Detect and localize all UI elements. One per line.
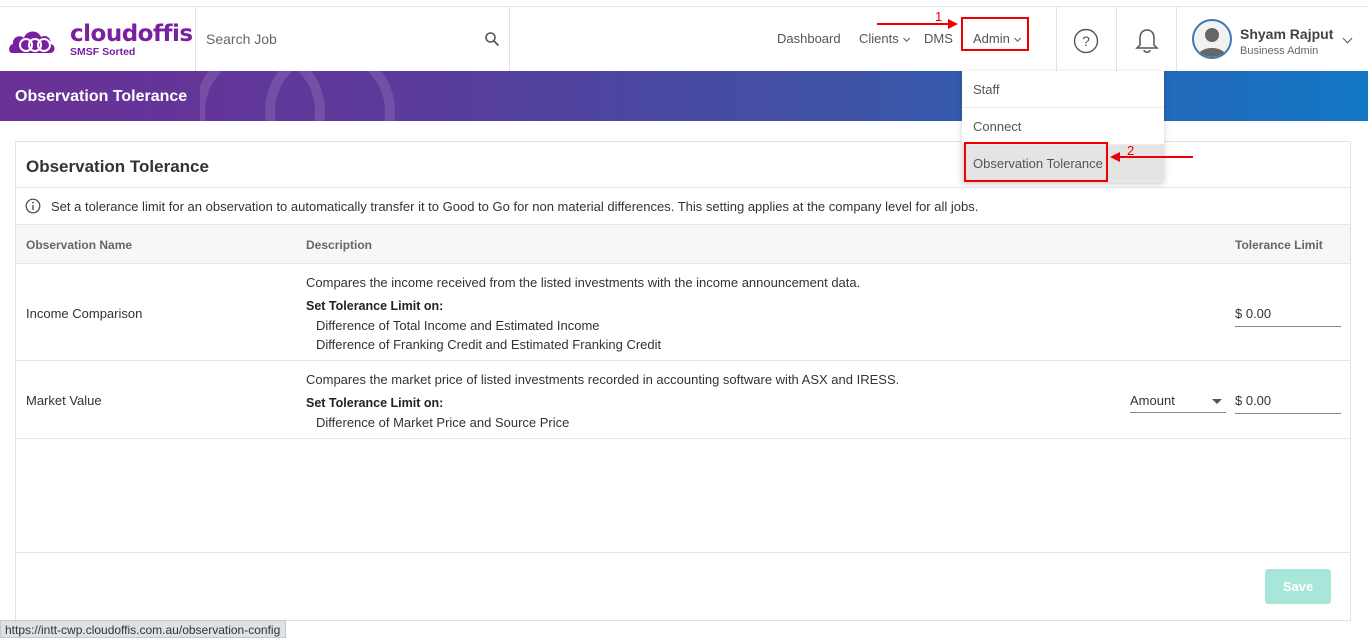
info-icon — [25, 198, 41, 214]
divider — [16, 187, 1350, 188]
divider — [509, 7, 510, 72]
divider — [1176, 7, 1177, 72]
observation-description: Compares the market price of listed inve… — [306, 372, 900, 387]
divider — [16, 438, 1350, 439]
info-message: Set a tolerance limit for an observation… — [51, 199, 979, 214]
observation-description: Compares the income received from the li… — [306, 275, 861, 290]
tolerance-card: Observation Tolerance Set a tolerance li… — [15, 141, 1351, 621]
menu-item-connect[interactable]: Connect — [962, 108, 1164, 145]
user-role: Business Admin — [1240, 45, 1319, 57]
column-header-limit: Tolerance Limit — [1235, 238, 1323, 252]
divider — [16, 360, 1350, 361]
tolerance-type-value: Amount — [1130, 393, 1175, 408]
divider — [1056, 7, 1057, 72]
limit-item: Difference of Total Income and Estimated… — [316, 318, 600, 333]
nav-clients-label: Clients — [859, 31, 899, 46]
divider — [1116, 7, 1117, 72]
annotation-step-1: 1 — [935, 9, 943, 24]
avatar[interactable] — [1192, 19, 1232, 59]
menu-item-staff[interactable]: Staff — [962, 71, 1164, 108]
set-limit-label: Set Tolerance Limit on: — [306, 299, 444, 313]
save-button[interactable]: Save — [1265, 569, 1331, 604]
page-title: Observation Tolerance — [15, 88, 188, 105]
top-header: cloudoffis SMSF Sorted Dashboard Clients… — [0, 6, 1368, 72]
help-icon[interactable]: ? — [1073, 28, 1099, 54]
svg-text:?: ? — [1082, 33, 1090, 49]
observation-name: Income Comparison — [26, 306, 143, 321]
observation-name: Market Value — [26, 393, 102, 408]
column-header-description: Description — [306, 238, 373, 252]
tolerance-limit-input[interactable]: $ 0.00 — [1235, 301, 1341, 327]
limit-item: Difference of Franking Credit and Estima… — [316, 337, 662, 352]
chevron-down-icon[interactable] — [1342, 33, 1353, 44]
annotation-highlight-admin — [961, 17, 1029, 51]
logo-mark-icon — [9, 31, 55, 53]
annotation-highlight-observation-tolerance — [964, 142, 1108, 182]
dropdown-arrow-icon — [1212, 399, 1222, 404]
user-silhouette-icon — [1198, 28, 1226, 57]
decorative-circles — [200, 71, 395, 121]
search-box — [196, 7, 510, 72]
nav-dms[interactable]: DMS — [924, 31, 953, 46]
annotation-step-2: 2 — [1127, 143, 1135, 158]
nav-dashboard[interactable]: Dashboard — [777, 31, 841, 46]
brand-tagline: SMSF Sorted — [70, 46, 136, 58]
tolerance-type-select[interactable]: Amount — [1130, 387, 1226, 413]
table-header: Observation Name Description Tolerance L… — [16, 224, 1350, 264]
divider — [16, 552, 1350, 553]
set-limit-label: Set Tolerance Limit on: — [306, 396, 444, 410]
search-icon[interactable] — [484, 31, 500, 47]
nav-clients[interactable]: Clients — [859, 31, 910, 46]
brand-name: cloudoffis — [70, 21, 193, 47]
bell-icon[interactable] — [1134, 27, 1160, 55]
chevron-down-icon — [902, 34, 910, 42]
tolerance-limit-input[interactable]: $ 0.00 — [1235, 388, 1341, 414]
search-input[interactable] — [206, 29, 466, 49]
user-name[interactable]: Shyam Rajput — [1240, 26, 1333, 42]
cloudoffis-logo[interactable]: cloudoffis SMSF Sorted — [8, 19, 193, 59]
column-header-name: Observation Name — [26, 238, 133, 252]
limit-item: Difference of Market Price and Source Pr… — [316, 415, 570, 430]
card-title: Observation Tolerance — [26, 157, 209, 176]
link-status-bar: https://intt-cwp.cloudoffis.com.au/obser… — [0, 620, 287, 638]
